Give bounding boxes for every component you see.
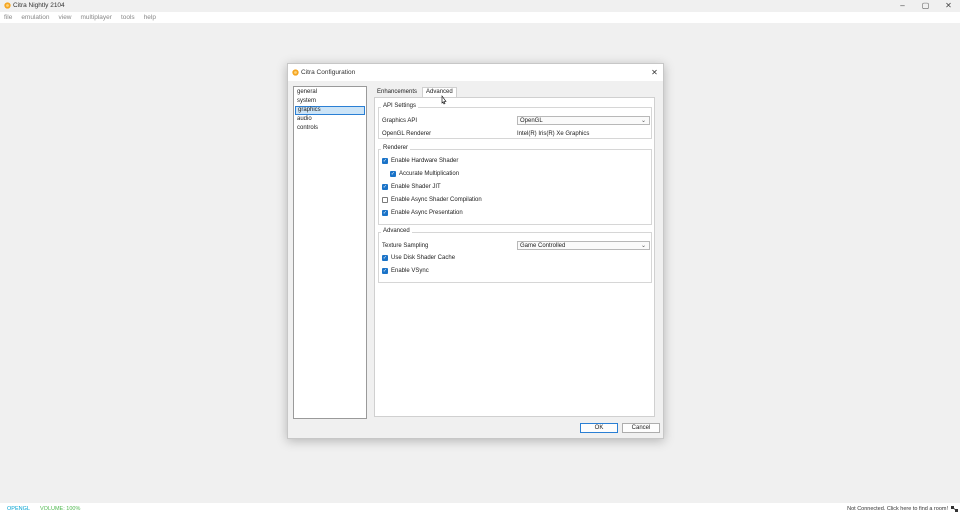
minimize-button[interactable]: – xyxy=(891,0,914,11)
checkbox-checked-icon: ✓ xyxy=(382,268,388,274)
volume-status[interactable]: VOLUME: 100% xyxy=(40,506,80,512)
status-bar: OPENGL VOLUME: 100% Not Connected. Click… xyxy=(0,503,960,515)
enable-vsync-checkbox[interactable]: ✓ Enable VSync xyxy=(382,268,429,274)
ok-button[interactable]: OK xyxy=(580,423,618,433)
dialog-title: Citra Configuration xyxy=(301,69,356,76)
checkbox-checked-icon: ✓ xyxy=(390,171,396,177)
enable-async-shader-compilation-checkbox[interactable]: Enable Async Shader Compilation xyxy=(382,197,482,203)
api-settings-title: API Settings xyxy=(381,103,419,109)
opengl-renderer-value: Intel(R) Iris(R) Xe Graphics xyxy=(517,131,590,137)
graphics-api-value: OpenGL xyxy=(520,118,543,124)
window-title: Citra Nightly 2104 xyxy=(13,2,65,9)
checkbox-label: Accurate Multiplication xyxy=(399,171,460,177)
citra-logo-icon xyxy=(4,2,11,9)
texture-sampling-label: Texture Sampling xyxy=(382,243,429,249)
category-graphics[interactable]: graphics xyxy=(295,106,365,115)
chevron-down-icon: ⌄ xyxy=(640,243,646,249)
enable-hardware-shader-checkbox[interactable]: ✓ Enable Hardware Shader xyxy=(382,158,458,164)
advanced-title: Advanced xyxy=(381,228,412,234)
checkbox-label: Enable Hardware Shader xyxy=(391,158,459,164)
texture-sampling-value: Game Controlled xyxy=(520,243,566,249)
checkbox-label: Enable Shader JIT xyxy=(391,184,441,190)
checkbox-label: Enable VSync xyxy=(391,268,429,274)
checkbox-label: Enable Async Shader Compilation xyxy=(391,197,482,203)
graphics-api-status[interactable]: OPENGL xyxy=(7,506,30,512)
close-button[interactable]: ✕ xyxy=(937,0,960,11)
checkbox-label: Enable Async Presentation xyxy=(391,210,463,216)
checkbox-checked-icon: ✓ xyxy=(382,255,388,261)
maximize-button[interactable]: ▢ xyxy=(914,0,937,11)
graphics-api-select[interactable]: OpenGL ⌄ xyxy=(517,116,650,125)
menu-view[interactable]: view xyxy=(58,14,73,21)
citra-logo-icon xyxy=(292,69,299,76)
menu-tools[interactable]: tools xyxy=(120,14,136,21)
renderer-group: Renderer ✓ Enable Hardware Shader ✓ Accu… xyxy=(378,145,652,225)
menu-file[interactable]: file xyxy=(3,14,13,21)
menu-multiplayer[interactable]: multiplayer xyxy=(80,14,113,21)
accurate-multiplication-checkbox[interactable]: ✓ Accurate Multiplication xyxy=(390,171,459,177)
advanced-tab-panel: API Settings Graphics API OpenGL ⌄ OpenG… xyxy=(374,97,655,417)
checkbox-checked-icon: ✓ xyxy=(382,210,388,216)
room-status-link[interactable]: Not Connected. Click here to find a room… xyxy=(847,506,948,512)
configuration-dialog: Citra Configuration ✕ general system gra… xyxy=(287,63,664,439)
category-list[interactable]: general system graphics audio controls xyxy=(293,86,367,419)
opengl-renderer-label: OpenGL Renderer xyxy=(382,131,432,137)
api-settings-group: API Settings Graphics API OpenGL ⌄ OpenG… xyxy=(378,103,652,139)
menu-emulation[interactable]: emulation xyxy=(20,14,50,21)
graphics-api-label: Graphics API xyxy=(382,118,418,124)
checkbox-unchecked-icon xyxy=(382,197,388,203)
menu-help[interactable]: help xyxy=(143,14,157,21)
use-disk-shader-cache-checkbox[interactable]: ✓ Use Disk Shader Cache xyxy=(382,255,455,261)
category-audio[interactable]: audio xyxy=(295,115,365,124)
category-controls[interactable]: controls xyxy=(295,124,365,133)
checkbox-checked-icon: ✓ xyxy=(382,158,388,164)
title-bar: Citra Nightly 2104 – ▢ ✕ xyxy=(0,0,960,11)
cancel-button[interactable]: Cancel xyxy=(622,423,660,433)
mouse-cursor-icon xyxy=(441,95,447,105)
chevron-down-icon: ⌄ xyxy=(640,118,646,124)
checkbox-label: Use Disk Shader Cache xyxy=(391,255,456,261)
advanced-group: Advanced Texture Sampling Game Controlle… xyxy=(378,228,652,283)
dialog-close-button[interactable]: ✕ xyxy=(649,67,660,78)
network-disconnected-icon[interactable] xyxy=(950,505,959,513)
checkbox-checked-icon: ✓ xyxy=(382,184,388,190)
dialog-title-bar: Citra Configuration ✕ xyxy=(288,64,663,81)
category-system[interactable]: system xyxy=(295,97,365,106)
enable-async-presentation-checkbox[interactable]: ✓ Enable Async Presentation xyxy=(382,210,463,216)
menu-bar: file emulation view multiplayer tools he… xyxy=(0,12,960,23)
renderer-title: Renderer xyxy=(381,145,411,151)
texture-sampling-select[interactable]: Game Controlled ⌄ xyxy=(517,241,650,250)
category-general[interactable]: general xyxy=(295,88,365,97)
enable-shader-jit-checkbox[interactable]: ✓ Enable Shader JIT xyxy=(382,184,441,190)
